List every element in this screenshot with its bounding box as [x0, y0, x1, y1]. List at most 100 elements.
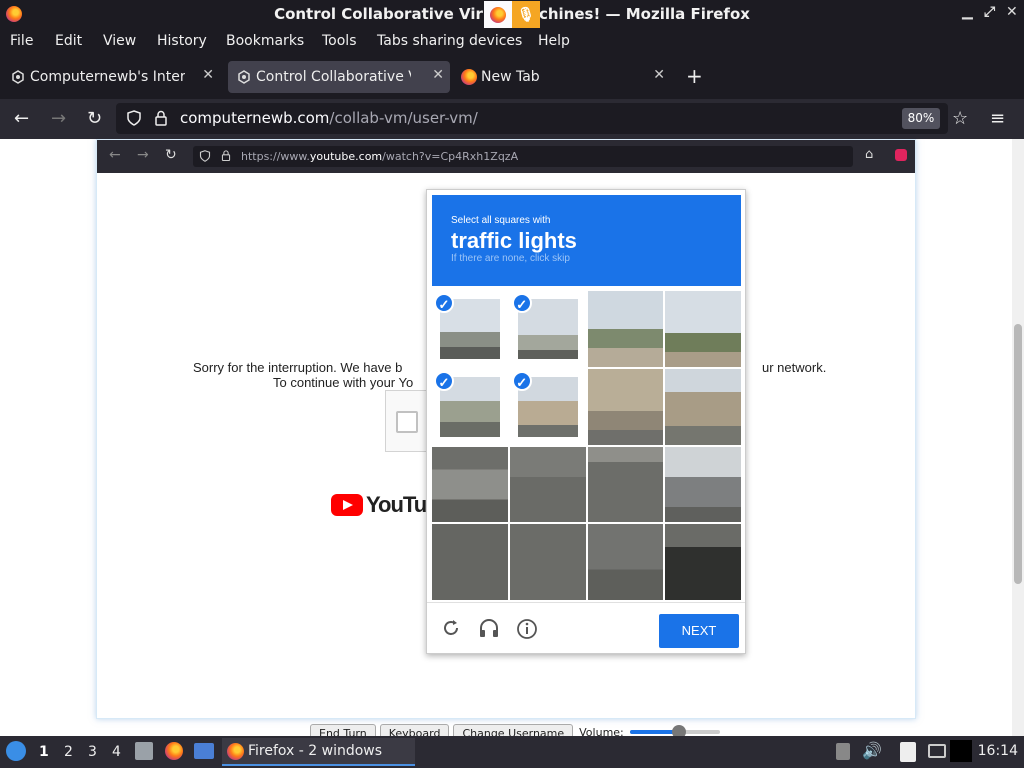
- challenge-tile[interactable]: [587, 368, 664, 445]
- volume-icon[interactable]: 🔊: [862, 741, 882, 760]
- tab-new-tab[interactable]: New Tab ✕: [453, 61, 671, 93]
- challenge-tile[interactable]: [665, 524, 741, 600]
- headphones-icon[interactable]: [478, 618, 500, 644]
- lock-icon[interactable]: [154, 110, 168, 130]
- next-button[interactable]: NEXT: [659, 614, 739, 648]
- zoom-level-badge[interactable]: 80%: [902, 108, 940, 129]
- challenge-hint: If there are none, click skip: [451, 253, 570, 264]
- challenge-tile[interactable]: [432, 524, 508, 600]
- vm-url-bar[interactable]: https://www.youtube.com/watch?v=Cp4Rxh1Z…: [193, 146, 853, 167]
- end-turn-button[interactable]: End Turn: [310, 724, 376, 736]
- hamburger-menu-icon[interactable]: ≡: [990, 108, 1005, 129]
- reload-icon[interactable]: [441, 618, 461, 644]
- challenge-tile[interactable]: [509, 524, 586, 600]
- network-icon[interactable]: [950, 740, 972, 762]
- recaptcha-checkbox[interactable]: [396, 411, 418, 433]
- taskbar-firefox-task[interactable]: Firefox - 2 windows: [222, 738, 415, 766]
- change-username-button[interactable]: Change Username: [453, 724, 574, 736]
- close-tab-icon[interactable]: ✕: [432, 67, 444, 83]
- challenge-tile[interactable]: ✓: [432, 368, 508, 445]
- close-window-button[interactable]: ✕: [1006, 4, 1018, 20]
- maximize-button[interactable]: ⤢: [984, 4, 995, 20]
- workspace-2[interactable]: 2: [64, 744, 73, 760]
- title-overlay-icons: 🎙: [484, 1, 540, 28]
- challenge-tile[interactable]: [665, 291, 741, 367]
- workspace-4[interactable]: 4: [112, 744, 121, 760]
- page-scrollbar[interactable]: [1012, 139, 1024, 736]
- challenge-header: Select all squares with traffic lights I…: [432, 195, 741, 286]
- clipboard-icon[interactable]: [900, 742, 916, 762]
- vm-forward-icon[interactable]: →: [137, 147, 149, 163]
- minimize-button[interactable]: ▁: [962, 4, 973, 20]
- volume-slider[interactable]: [629, 724, 720, 736]
- firefox-icon: [227, 743, 244, 760]
- scrollbar-thumb[interactable]: [1014, 324, 1022, 584]
- menu-file[interactable]: File: [10, 33, 33, 49]
- close-tab-icon[interactable]: ✕: [202, 67, 214, 83]
- challenge-tile[interactable]: [587, 291, 664, 367]
- keyboard-button[interactable]: Keyboard: [379, 724, 450, 736]
- taskbar: 1 2 3 4 Firefox - 2 windows 🔊 16:14: [0, 736, 1024, 768]
- vm-lock-icon: [221, 149, 231, 165]
- challenge-tile[interactable]: [432, 446, 508, 523]
- vm-back-icon[interactable]: ←: [109, 147, 121, 163]
- menu-tools[interactable]: Tools: [322, 33, 357, 49]
- challenge-tile[interactable]: [665, 368, 741, 445]
- challenge-tile[interactable]: ✓: [509, 368, 586, 445]
- tab-control-collaborative[interactable]: Control Collaborative Virt ✕: [228, 61, 450, 93]
- vm-controls: End Turn Keyboard Change Username Volume…: [310, 724, 720, 736]
- challenge-footer: NEXT: [427, 602, 745, 652]
- firefox-launcher-icon[interactable]: [165, 742, 183, 760]
- shield-icon[interactable]: [126, 110, 142, 130]
- microphone-icon[interactable]: 🎙: [512, 1, 540, 28]
- challenge-instruction: Select all squares with: [451, 215, 551, 226]
- tab-bar: Computernewb's Internet ✕ Control Collab…: [0, 54, 1024, 99]
- challenge-tile[interactable]: [509, 446, 586, 523]
- vm-home-icon[interactable]: ⌂: [865, 147, 873, 162]
- menu-help[interactable]: Help: [538, 33, 570, 49]
- challenge-tile[interactable]: ✓: [432, 291, 508, 367]
- checkmark-icon: ✓: [511, 293, 532, 313]
- page-content: ← → ↻ https://www.youtube.com/watch?v=Cp…: [0, 139, 1024, 736]
- youtube-play-icon: [331, 494, 363, 516]
- firefox-icon: [484, 1, 512, 28]
- reload-button[interactable]: ↻: [87, 108, 102, 129]
- tray-updates-icon[interactable]: [836, 743, 850, 760]
- vm-youtube-extension-icon[interactable]: [895, 149, 907, 161]
- challenge-tile[interactable]: [587, 446, 664, 523]
- start-menu-icon[interactable]: [6, 741, 26, 761]
- info-icon[interactable]: [516, 618, 538, 646]
- menu-view[interactable]: View: [103, 33, 136, 49]
- firefox-icon: [461, 69, 477, 85]
- computernewb-favicon-icon: [10, 69, 26, 85]
- workspace-3[interactable]: 3: [88, 744, 97, 760]
- tab-computernewb[interactable]: Computernewb's Internet ✕: [2, 61, 220, 93]
- challenge-tile[interactable]: [587, 524, 664, 600]
- challenge-tile[interactable]: [665, 446, 741, 523]
- checkmark-icon: ✓: [511, 370, 532, 391]
- forward-button[interactable]: →: [51, 108, 66, 129]
- menu-edit[interactable]: Edit: [55, 33, 82, 49]
- volume-label: Volume:: [579, 726, 624, 736]
- vm-shield-icon: [199, 149, 211, 166]
- menu-history[interactable]: History: [157, 33, 207, 49]
- challenge-target: traffic lights: [451, 228, 577, 253]
- navigation-bar: ← → ↻ computernewb.com/collab-vm/user-vm…: [0, 99, 1024, 139]
- file-manager-icon[interactable]: [135, 742, 153, 760]
- vm-browser-navbar: ← → ↻ https://www.youtube.com/watch?v=Cp…: [97, 140, 915, 173]
- vm-url-text: https://www.youtube.com/watch?v=Cp4Rxh1Z…: [241, 150, 519, 163]
- bookmark-star-icon[interactable]: ☆: [952, 108, 968, 129]
- new-tab-button[interactable]: +: [686, 64, 703, 88]
- display-icon[interactable]: [928, 744, 946, 758]
- back-button[interactable]: ←: [14, 108, 29, 129]
- url-bar[interactable]: computernewb.com/collab-vm/user-vm/ 80%: [116, 103, 948, 134]
- close-tab-icon[interactable]: ✕: [653, 67, 665, 83]
- menu-tabs-sharing-devices[interactable]: Tabs sharing devices: [377, 33, 522, 49]
- challenge-tile[interactable]: ✓: [509, 291, 586, 367]
- menu-bookmarks[interactable]: Bookmarks: [226, 33, 304, 49]
- vm-reload-icon[interactable]: ↻: [165, 147, 177, 163]
- desktop-icon[interactable]: [194, 743, 214, 759]
- url-text[interactable]: computernewb.com/collab-vm/user-vm/: [180, 109, 478, 127]
- workspace-1[interactable]: 1: [39, 744, 49, 760]
- challenge-image-grid: ✓ ✓ ✓ ✓: [432, 291, 741, 600]
